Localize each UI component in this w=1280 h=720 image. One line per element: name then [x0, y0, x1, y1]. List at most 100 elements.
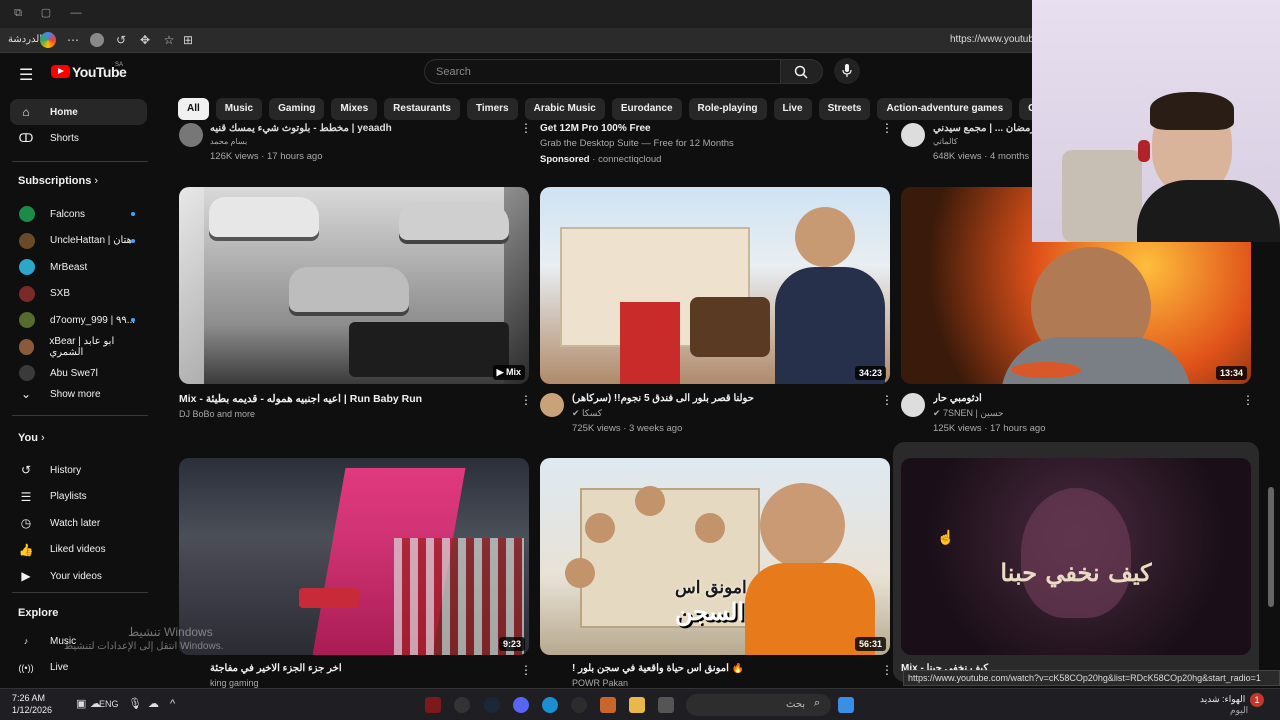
- mic-icon[interactable]: 🎙: [128, 696, 142, 712]
- more-options-icon[interactable]: ⋮: [881, 122, 893, 134]
- video-thumbnail[interactable]: ▶ Mix: [179, 187, 529, 384]
- you-header[interactable]: You ›: [18, 432, 45, 444]
- profile-label[interactable]: الدردشة: [8, 34, 42, 45]
- sidebar-item-history[interactable]: ↺ History: [10, 457, 147, 483]
- chip-arabic-music[interactable]: Arabic Music: [524, 98, 605, 120]
- sidebar-item-subscription[interactable]: UncleHattan | هتان: [10, 228, 147, 254]
- chip-eurodance[interactable]: Eurodance: [611, 98, 682, 120]
- chip-comedy[interactable]: Comedy: [1019, 98, 1033, 120]
- search-button[interactable]: [781, 59, 823, 84]
- channel-avatar[interactable]: [540, 393, 564, 417]
- channel-name[interactable]: POWR Pakan: [572, 678, 628, 688]
- search-box[interactable]: Search: [424, 59, 781, 84]
- widgets-icon[interactable]: ▣: [76, 696, 86, 712]
- menu-icon[interactable]: ☰: [19, 65, 33, 85]
- video-title[interactable]: Get 12M Pro 100% Free: [540, 123, 860, 134]
- channel-name[interactable]: ✔ 7SNEN | حسين: [933, 408, 1004, 419]
- sidebar-item-subscription[interactable]: d7oomy_999 | ٩٩...: [10, 307, 147, 333]
- chip-music[interactable]: Music: [215, 98, 263, 120]
- sidebar-item-home[interactable]: ⌂ Home: [10, 99, 147, 125]
- extensions-icon[interactable]: ✥: [138, 33, 152, 47]
- edge-icon[interactable]: [542, 697, 558, 713]
- video-title[interactable]: اخر جزء الجزء الاخير في مفاجئة: [210, 663, 510, 674]
- show-more-button[interactable]: ⌄ Show more: [10, 381, 147, 407]
- notification-badge[interactable]: 1: [1250, 693, 1264, 707]
- steam-icon[interactable]: [484, 697, 500, 713]
- minimize-icon[interactable]: —: [70, 7, 82, 19]
- video-thumbnail[interactable]: كيف نخفي حبنا ☝: [901, 458, 1251, 655]
- advertiser-name[interactable]: connectiqcloud: [598, 154, 661, 165]
- sidebar-item-liked-videos[interactable]: 👍 Liked videos: [10, 537, 147, 563]
- video-title[interactable]: Mix - اعيه اجنبيه هموله - قديمه بطيئة | …: [179, 393, 509, 405]
- chip-role-playing[interactable]: Role-playing: [688, 98, 767, 120]
- chip-action-adventure-games[interactable]: Action-adventure games: [877, 98, 1013, 120]
- taskbar-search[interactable]: بحث ⌕: [686, 694, 831, 716]
- tile-icon[interactable]: ▢: [40, 7, 52, 19]
- sidebar-item-watch-later[interactable]: ◷ Watch later: [10, 510, 147, 536]
- clock-date[interactable]: 1/12/2026: [12, 705, 52, 715]
- channel-name[interactable]: DJ BoBo and more: [179, 409, 255, 419]
- profile-avatar[interactable]: [90, 33, 104, 47]
- discord-icon[interactable]: [513, 697, 529, 713]
- chip-live[interactable]: Live: [773, 98, 812, 120]
- sidebar-item-subscription[interactable]: MrBeast: [10, 254, 147, 280]
- scrollbar-thumb[interactable]: [1268, 487, 1274, 607]
- subscriptions-header[interactable]: Subscriptions ›: [18, 175, 98, 187]
- more-options-icon[interactable]: ⋮: [881, 664, 893, 676]
- address-url[interactable]: https://www.youtub: [950, 34, 1034, 45]
- channel-avatar[interactable]: [901, 123, 925, 147]
- video-title[interactable]: ادثومبي حار: [933, 393, 1213, 404]
- channel-name[interactable]: كالماتي: [933, 137, 958, 146]
- chip-timers[interactable]: Timers: [466, 98, 518, 120]
- more-options-icon[interactable]: ⋮: [1242, 394, 1254, 406]
- sidebar-item-subscription[interactable]: xBear | ابو عابد الشمري: [10, 334, 147, 360]
- chip-streets[interactable]: Streets: [818, 98, 871, 120]
- more-icon[interactable]: ⋯: [66, 33, 80, 47]
- more-options-icon[interactable]: ⋮: [520, 394, 532, 406]
- more-options-icon[interactable]: ⋮: [520, 664, 532, 676]
- search-input[interactable]: Search: [436, 66, 471, 78]
- video-title[interactable]: حولنا قصر بلور الى فندق 5 نجوم!! (سركاهر…: [572, 393, 872, 404]
- windows-start-icon[interactable]: [838, 697, 854, 713]
- youtube-logo-icon[interactable]: [51, 65, 70, 78]
- more-options-icon[interactable]: ⋮: [881, 394, 893, 406]
- chevron-up-icon[interactable]: ^: [170, 696, 175, 712]
- video-title[interactable]: مخطط - بلوتوث شيء يمسك قنيه | yeaadh: [210, 123, 510, 134]
- chip-gaming[interactable]: Gaming: [269, 98, 325, 120]
- cloud-icon[interactable]: ☁: [148, 696, 159, 712]
- video-title[interactable]: ! امونق اس حياة واقعية في سجن بلور 🔥: [572, 663, 872, 674]
- weather-status[interactable]: الهواء: شديد: [1200, 694, 1245, 705]
- history-icon[interactable]: ↺: [114, 33, 128, 47]
- app-icon[interactable]: [571, 697, 587, 713]
- sidebar-item-live[interactable]: ((•)) Live: [10, 655, 147, 681]
- channel-name[interactable]: king gaming: [210, 678, 259, 688]
- chip-restaurants[interactable]: Restaurants: [384, 98, 460, 120]
- video-thumbnail[interactable]: امونق اس السجن 56:31: [540, 458, 890, 655]
- favorite-icon[interactable]: ☆: [162, 33, 176, 47]
- chip-mixes[interactable]: Mixes: [331, 98, 378, 120]
- app-icon[interactable]: [600, 697, 616, 713]
- video-thumbnail[interactable]: 9:23: [179, 458, 529, 655]
- chip-all[interactable]: All: [178, 98, 209, 120]
- clock-time[interactable]: 7:26 AM: [12, 693, 45, 703]
- sidebar-item-subscription[interactable]: Falcons: [10, 201, 147, 227]
- voice-search-button[interactable]: [834, 58, 860, 84]
- channel-avatar[interactable]: [179, 123, 203, 147]
- app-icon[interactable]: [454, 697, 470, 713]
- tabs-icon[interactable]: ⊞: [181, 33, 195, 47]
- more-options-icon[interactable]: ⋮: [520, 122, 532, 134]
- app-icon[interactable]: [658, 697, 674, 713]
- sidebar-item-subscription[interactable]: SXB: [10, 281, 147, 307]
- channel-avatar[interactable]: [901, 393, 925, 417]
- taskbar-search-input[interactable]: بحث: [786, 699, 805, 710]
- file-explorer-icon[interactable]: [629, 697, 645, 713]
- sidebar-item-your-videos[interactable]: ▶ Your videos: [10, 563, 147, 589]
- language-indicator[interactable]: ENG: [99, 696, 119, 712]
- restore-icon[interactable]: ⧉: [12, 7, 24, 19]
- channel-name[interactable]: ✔ كسكا: [572, 408, 602, 419]
- video-thumbnail[interactable]: 34:23: [540, 187, 890, 384]
- video-title[interactable]: كتالوج رمضان ... | مجمع سيدني: [933, 123, 1033, 134]
- channel-name[interactable]: بسام محمد: [210, 137, 247, 146]
- sidebar-item-shorts[interactable]: ↀ Shorts: [10, 125, 147, 151]
- sidebar-item-playlists[interactable]: ☰ Playlists: [10, 484, 147, 510]
